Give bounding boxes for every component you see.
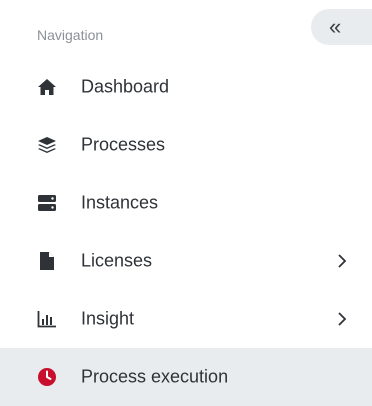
double-chevron-left-icon: « [329, 14, 341, 39]
sidebar-item-instances[interactable]: Instances [0, 174, 372, 232]
file-icon [37, 251, 57, 271]
sidebar-item-licenses[interactable]: Licenses [0, 232, 372, 290]
bar-chart-icon [37, 309, 57, 329]
sidebar-item-label: Processes [81, 134, 166, 155]
collapse-sidebar-button[interactable]: « [311, 9, 372, 45]
sidebar-item-processes[interactable]: Processes [0, 116, 372, 174]
chevron-right-icon [335, 310, 349, 328]
chevron-right-icon [335, 252, 349, 270]
sidebar-item-label: Licenses [81, 250, 153, 271]
server-icon [37, 193, 57, 213]
layers-icon [37, 135, 57, 155]
sidebar-item-label: Dashboard [81, 76, 170, 97]
navigation-title: Navigation [37, 27, 104, 43]
sidebar-item-label: Process execution [81, 366, 229, 387]
sidebar-item-label: Instances [81, 192, 159, 213]
home-icon [37, 77, 57, 97]
clock-icon [37, 367, 57, 387]
sidebar-item-label: Insight [81, 308, 135, 329]
navigation-menu: Dashboard Processes Instances Licenses I… [0, 58, 372, 406]
sidebar-item-dashboard[interactable]: Dashboard [0, 58, 372, 116]
sidebar-item-insight[interactable]: Insight [0, 290, 372, 348]
sidebar-item-process-execution[interactable]: Process execution [0, 348, 372, 406]
